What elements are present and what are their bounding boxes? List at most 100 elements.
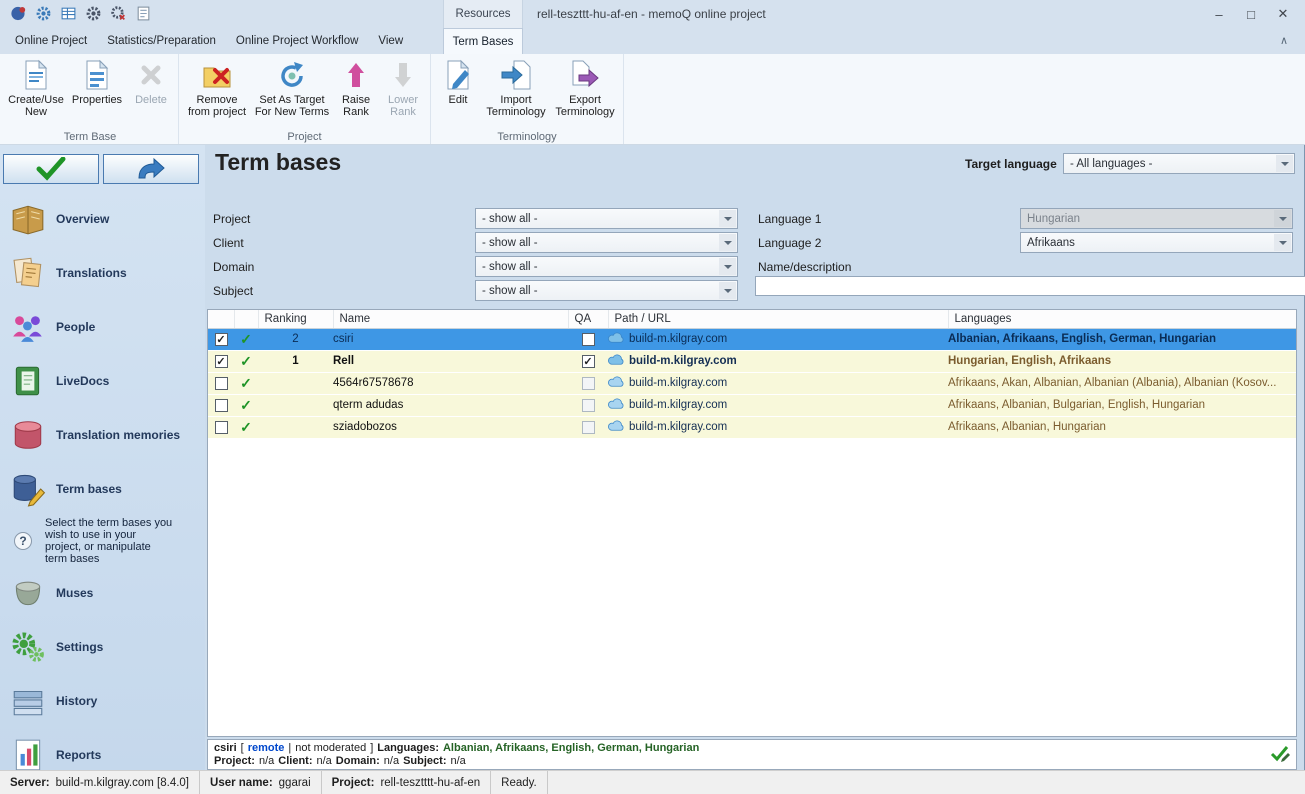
project-list-icon[interactable] <box>60 5 77 22</box>
info-subject-label: Subject: <box>403 755 446 768</box>
user-value: ggarai <box>279 777 311 789</box>
client-filter-dropdown[interactable]: - show all - <box>475 232 738 253</box>
moderation-edit-icon <box>1270 743 1290 763</box>
tab-statistics-preparation[interactable]: Statistics/Preparation <box>100 28 223 54</box>
tab-view[interactable]: View <box>371 28 410 54</box>
info-client-label: Client: <box>278 755 312 768</box>
info-subject-value: n/a <box>451 755 466 768</box>
table-row[interactable]: ✓ ✓ sziadobozos ✓ build-m.kilgray.com Af… <box>208 416 1296 438</box>
table-row[interactable]: ✓ ✓ 4564r67578678 ✓ build-m.kilgray.com … <box>208 372 1296 394</box>
import-terminology-button[interactable]: Import Terminology <box>483 56 549 130</box>
properties-button[interactable]: Properties <box>68 56 126 130</box>
name-cell: Rell <box>333 350 568 372</box>
sidebar-item-history[interactable]: History <box>0 674 205 728</box>
properties-icon <box>81 59 113 91</box>
check-icon <box>34 157 68 181</box>
info-project-value: n/a <box>259 755 274 768</box>
sidebar-item-overview[interactable]: Overview <box>0 192 205 246</box>
project-value: rell-tesztttt-hu-af-en <box>380 777 480 789</box>
people-icon <box>10 309 46 345</box>
options-gear-icon[interactable] <box>85 5 102 22</box>
raise-rank-button[interactable]: Raise Rank <box>334 56 378 130</box>
remove-from-project-icon <box>201 59 233 91</box>
target-language-dropdown[interactable]: - All languages - <box>1063 153 1295 174</box>
table-row[interactable]: ✓ ✓ qterm adudas ✓ build-m.kilgray.com A… <box>208 394 1296 416</box>
document-icon[interactable] <box>135 5 152 22</box>
server-label: Server: <box>10 777 50 789</box>
create-use-new-button[interactable]: Create/Use New <box>7 56 65 130</box>
sidebar-item-label: Settings <box>56 640 103 654</box>
chevron-down-icon <box>719 234 736 251</box>
col-status[interactable] <box>234 310 258 328</box>
sidebar-item-translation-memories[interactable]: Translation memories <box>0 408 205 462</box>
sidebar-item-term-bases[interactable]: Term bases <box>0 462 205 516</box>
col-languages[interactable]: Languages <box>948 310 1296 328</box>
qa-checkbox[interactable]: ✓ <box>582 355 595 368</box>
sidebar-item-reports[interactable]: Reports <box>0 728 205 770</box>
set-as-target-button[interactable]: Set As Target For New Terms <box>253 56 331 130</box>
sidebar-item-label: History <box>56 694 97 708</box>
collapse-ribbon-icon[interactable]: ∧ <box>1275 32 1293 50</box>
memoq-logo-icon[interactable] <box>10 5 27 22</box>
path-cell: build-m.kilgray.com <box>629 399 727 411</box>
close-button[interactable]: ✕ <box>1267 0 1299 28</box>
languages-cell: Afrikaans, Albanian, Hungarian <box>948 416 1296 438</box>
qa-checkbox[interactable]: ✓ <box>582 399 595 412</box>
server-settings-icon[interactable] <box>35 5 52 22</box>
sidebar-item-label: Term bases <box>56 482 122 496</box>
set-as-target-icon <box>276 59 308 91</box>
sidebar-item-people[interactable]: People <box>0 300 205 354</box>
col-include[interactable] <box>208 310 234 328</box>
export-terminology-button[interactable]: Export Terminology <box>552 56 618 130</box>
remove-from-project-button[interactable]: Remove from project <box>184 56 250 130</box>
status-state: Ready. <box>491 771 548 794</box>
dropdown-value: - show all - <box>482 213 538 225</box>
language1-label: Language 1 <box>758 212 821 226</box>
col-path[interactable]: Path / URL <box>608 310 948 328</box>
col-qa[interactable]: QA <box>568 310 608 328</box>
go-arrow-button[interactable] <box>103 154 199 184</box>
titlebar: Resources rell-teszttt-hu-af-en - memoQ … <box>0 0 1305 28</box>
name-description-input[interactable] <box>755 276 1305 296</box>
domain-filter-dropdown[interactable]: - show all - <box>475 256 738 277</box>
tab-online-project-workflow[interactable]: Online Project Workflow <box>229 28 366 54</box>
language2-dropdown[interactable]: Afrikaans <box>1020 232 1293 253</box>
button-label: Create/Use New <box>7 94 65 118</box>
include-checkbox[interactable]: ✓ <box>215 377 228 390</box>
include-checkbox[interactable]: ✓ <box>215 399 228 412</box>
confirm-button[interactable] <box>3 154 99 184</box>
col-ranking[interactable]: Ranking <box>258 310 333 328</box>
sidebar-item-settings[interactable]: Settings <box>0 620 205 674</box>
admin-gear-icon[interactable] <box>110 5 127 22</box>
qa-checkbox[interactable]: ✓ <box>582 377 595 390</box>
table-row[interactable]: ✓ ✓ 2 csiri ✓ build-m.kilgray.com Albani… <box>208 328 1296 350</box>
sidebar-item-livedocs[interactable]: LiveDocs <box>0 354 205 408</box>
button-label: Properties <box>72 94 122 106</box>
help-icon: ? <box>14 532 32 550</box>
include-checkbox[interactable]: ✓ <box>215 355 228 368</box>
cloud-icon <box>608 354 625 368</box>
maximize-button[interactable]: □ <box>1235 0 1267 28</box>
tab-online-project[interactable]: Online Project <box>8 28 94 54</box>
cloud-icon <box>608 420 625 434</box>
chevron-down-icon <box>719 282 736 299</box>
tab-term-bases[interactable]: Term Bases <box>443 28 523 54</box>
include-checkbox[interactable]: ✓ <box>215 333 228 346</box>
dropdown-value: - All languages - <box>1070 158 1152 170</box>
minimize-button[interactable]: – <box>1203 0 1235 28</box>
subject-filter-dropdown[interactable]: - show all - <box>475 280 738 301</box>
button-label: Delete <box>135 94 167 106</box>
sidebar-item-muses[interactable]: Muses <box>0 566 205 620</box>
server-value: build-m.kilgray.com [8.4.0] <box>56 777 189 789</box>
table-row[interactable]: ✓ ✓ 1 Rell ✓ build-m.kilgray.com Hungari… <box>208 350 1296 372</box>
col-name[interactable]: Name <box>333 310 568 328</box>
edit-button[interactable]: Edit <box>436 56 480 130</box>
window-controls: – □ ✕ <box>1203 0 1299 28</box>
include-checkbox[interactable]: ✓ <box>215 421 228 434</box>
button-label: Remove from project <box>184 94 250 118</box>
qa-checkbox[interactable]: ✓ <box>582 333 595 346</box>
sidebar-item-translations[interactable]: Translations <box>0 246 205 300</box>
qa-checkbox[interactable]: ✓ <box>582 421 595 434</box>
project-filter-dropdown[interactable]: - show all - <box>475 208 738 229</box>
history-icon <box>10 683 46 719</box>
